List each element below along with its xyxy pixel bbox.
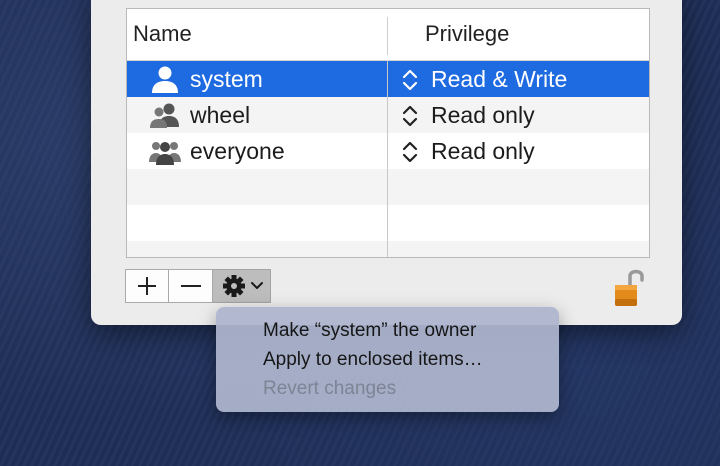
user-name: wheel (190, 102, 251, 128)
user-icon (152, 66, 178, 93)
menu-item-revert-changes: Revert changes (263, 378, 397, 399)
everyone-icon (149, 142, 181, 165)
group-icon (150, 103, 179, 128)
privilege-stepper-icon[interactable] (400, 67, 420, 93)
column-header-privilege[interactable]: Privilege (425, 21, 509, 47)
gear-icon (222, 275, 245, 297)
empty-row (127, 169, 649, 205)
privilege-value[interactable]: Read only (431, 138, 535, 165)
remove-user-button[interactable] (169, 269, 213, 303)
action-menu-button[interactable] (213, 269, 271, 303)
menu-item-apply-enclosed[interactable]: Apply to enclosed items… (263, 349, 483, 371)
minus-icon (180, 285, 201, 287)
permissions-toolbar (125, 269, 271, 305)
privilege-value[interactable]: Read only (431, 102, 535, 129)
column-divider-line (387, 60, 388, 257)
empty-row (127, 241, 649, 257)
empty-row (127, 205, 649, 241)
user-name: everyone (190, 138, 285, 164)
unlocked-padlock-icon[interactable] (613, 266, 645, 308)
privilege-stepper-icon[interactable] (400, 103, 420, 129)
sharing-permissions-panel: Name Privilege system Read & Write wheel… (91, 0, 682, 325)
add-user-button[interactable] (125, 269, 169, 303)
privilege-value[interactable]: Read & Write (431, 66, 567, 93)
privilege-stepper-icon[interactable] (400, 139, 420, 165)
column-divider[interactable] (387, 17, 388, 55)
menu-item-make-owner[interactable]: Make “system” the owner (263, 320, 476, 342)
column-header-name[interactable]: Name (133, 21, 192, 47)
table-row[interactable]: everyone Read only (127, 133, 649, 169)
table-header: Name Privilege (127, 9, 649, 61)
chevron-down-icon (250, 282, 263, 289)
table-row[interactable]: wheel Read only (127, 97, 649, 133)
plus-icon (138, 277, 156, 295)
user-name: system (190, 66, 263, 92)
permissions-table: Name Privilege system Read & Write wheel… (126, 8, 650, 258)
table-row[interactable]: system Read & Write (127, 61, 649, 97)
action-context-menu: Make “system” the owner Apply to enclose… (216, 307, 559, 412)
